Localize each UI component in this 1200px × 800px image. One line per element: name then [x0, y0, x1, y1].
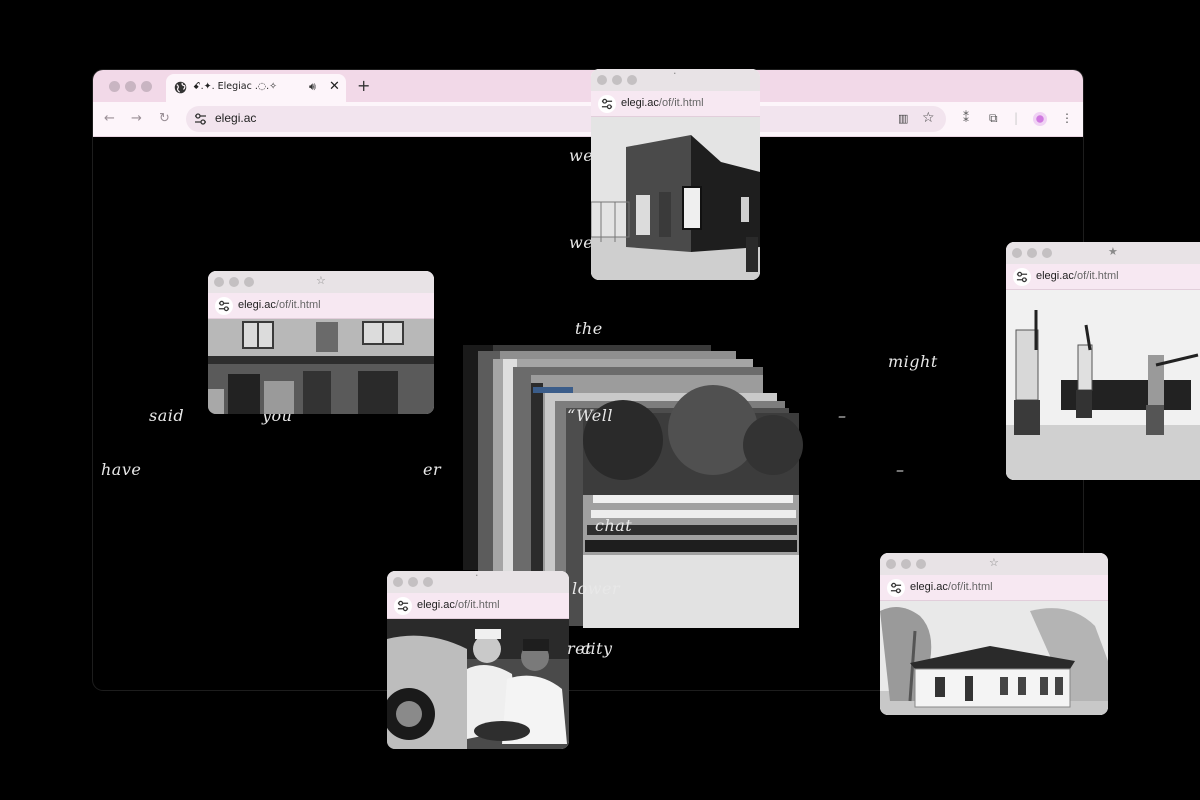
star-icon: ☆ — [989, 556, 999, 569]
site-settings-icon[interactable] — [598, 95, 616, 113]
menu-icon[interactable]: ⋮ — [1061, 111, 1073, 125]
url-path: /of/it.html — [658, 97, 704, 109]
popup-address-bar[interactable]: elegi.ac/of/it.html — [591, 91, 760, 117]
poem-word: city — [581, 639, 613, 658]
url-path: /of/it.html — [454, 599, 500, 611]
popup-url[interactable]: elegi.ac/of/it.html — [417, 599, 500, 611]
toolbar-divider: | — [1014, 111, 1019, 125]
popup-window[interactable]: ☆ elegi.ac/of/it.html — [880, 553, 1108, 715]
url-host: elegi.ac — [1036, 270, 1074, 282]
tab-title: ꗃ.✦. Elegiac .◌.✧ — [193, 81, 278, 92]
poem-word: lower — [572, 579, 621, 598]
popup-close-button[interactable] — [393, 577, 403, 587]
popup-address-bar[interactable]: elegi.ac/of/it.html — [387, 593, 569, 619]
schoolhouse-photo — [880, 601, 1108, 715]
popup-titlebar[interactable]: · — [591, 69, 760, 91]
popup-window[interactable]: ★ elegi.ac/of/it.html — [1006, 242, 1200, 480]
star-icon: ★ — [1108, 245, 1118, 258]
star-icon: ☆ — [316, 274, 326, 287]
minimize-window-button[interactable] — [125, 81, 136, 92]
poem-word: might — [888, 352, 938, 371]
zoom-window-button[interactable] — [141, 81, 152, 92]
poem-word: chat — [595, 516, 633, 535]
popup-minimize-button[interactable] — [901, 559, 911, 569]
adobe-building-photo — [208, 319, 434, 414]
pin-icon: · — [673, 69, 677, 80]
popup-zoom-button[interactable] — [627, 75, 637, 85]
popup-close-button[interactable] — [886, 559, 896, 569]
url-path: /of/it.html — [275, 299, 321, 311]
poem-word: er — [423, 460, 442, 479]
address-text[interactable]: elegi.ac — [215, 111, 256, 125]
plus-icon[interactable]: + — [357, 76, 370, 95]
popup-zoom-button[interactable] — [1042, 248, 1052, 258]
tab-elegiac[interactable]: ꗃ.✦. Elegiac .◌.✧ 🔊︎ ✕ — [166, 74, 346, 102]
popup-window[interactable]: · elegi.ac/of/it.html — [591, 69, 760, 280]
popup-zoom-button[interactable] — [244, 277, 254, 287]
url-host: elegi.ac — [910, 581, 948, 593]
popup-address-bar[interactable]: elegi.ac/of/it.html — [1006, 264, 1200, 290]
popup-url[interactable]: elegi.ac/of/it.html — [238, 299, 321, 311]
bookmark-star-icon[interactable]: ☆ — [922, 110, 935, 126]
url-host: elegi.ac — [621, 97, 659, 109]
pin-icon: · — [475, 571, 479, 582]
poem-word: we — [569, 146, 594, 165]
site-settings-icon[interactable] — [215, 297, 233, 315]
close-icon[interactable]: ✕ — [329, 79, 340, 94]
forward-icon[interactable]: → — [131, 111, 142, 126]
popup-address-bar[interactable]: elegi.ac/of/it.html — [880, 575, 1108, 601]
globe-icon — [174, 81, 187, 94]
popup-minimize-button[interactable] — [1027, 248, 1037, 258]
url-path: /of/it.html — [947, 581, 993, 593]
poem-word: the — [575, 319, 603, 338]
close-window-button[interactable] — [109, 81, 120, 92]
popup-zoom-button[interactable] — [423, 577, 433, 587]
address-bar[interactable]: elegi.ac ▥ ☆ — [186, 106, 946, 132]
site-settings-icon[interactable] — [394, 597, 412, 615]
reload-icon[interactable]: ↻ — [159, 111, 170, 126]
popup-minimize-button[interactable] — [229, 277, 239, 287]
popup-zoom-button[interactable] — [916, 559, 926, 569]
popup-url[interactable]: elegi.ac/of/it.html — [621, 97, 704, 109]
popup-close-button[interactable] — [597, 75, 607, 85]
extensions-icon[interactable]: ⁑ — [963, 111, 969, 125]
popup-address-bar[interactable]: elegi.ac/of/it.html — [208, 293, 434, 319]
url-host: elegi.ac — [238, 299, 276, 311]
puzzle-icon[interactable]: ⧉ — [989, 111, 998, 126]
popup-url[interactable]: elegi.ac/of/it.html — [1036, 270, 1119, 282]
popup-minimize-button[interactable] — [408, 577, 418, 587]
poem-word: said — [149, 406, 185, 425]
popup-titlebar[interactable]: · — [387, 571, 569, 593]
site-settings-icon[interactable] — [887, 579, 905, 597]
archery-photo — [1006, 290, 1200, 480]
popup-titlebar[interactable]: ☆ — [208, 271, 434, 293]
site-settings-icon[interactable] — [194, 113, 207, 125]
profile-icon[interactable] — [1033, 112, 1047, 126]
url-path: /of/it.html — [1073, 270, 1119, 282]
men-by-car-photo — [387, 619, 569, 749]
popup-window[interactable]: ☆ elegi.ac/of/it.html — [208, 271, 434, 414]
popup-titlebar[interactable]: ☆ — [880, 553, 1108, 575]
poem-word: have — [101, 460, 142, 479]
storefront-photo — [591, 117, 760, 280]
popup-minimize-button[interactable] — [612, 75, 622, 85]
popup-close-button[interactable] — [1012, 248, 1022, 258]
url-host: elegi.ac — [417, 599, 455, 611]
popup-close-button[interactable] — [214, 277, 224, 287]
back-icon[interactable]: ← — [104, 111, 115, 126]
poem-word: – — [896, 460, 905, 479]
poem-word: – — [838, 406, 847, 425]
popup-url[interactable]: elegi.ac/of/it.html — [910, 581, 993, 593]
popup-window[interactable]: · elegi.ac/of/it.html — [387, 571, 569, 749]
site-settings-icon[interactable] — [1013, 268, 1031, 286]
popup-titlebar[interactable]: ★ — [1006, 242, 1200, 264]
toolbar: ← → ↻ elegi.ac ▥ ☆ ⁑ ⧉ | ⋮ — [93, 102, 1083, 137]
reader-icon[interactable]: ▥ — [898, 112, 908, 125]
tab-strip: ꗃ.✦. Elegiac .◌.✧ 🔊︎ ✕ + — [93, 70, 1083, 102]
poem-word: “Well — [567, 406, 613, 425]
speaker-icon[interactable]: 🔊︎ — [309, 80, 316, 94]
